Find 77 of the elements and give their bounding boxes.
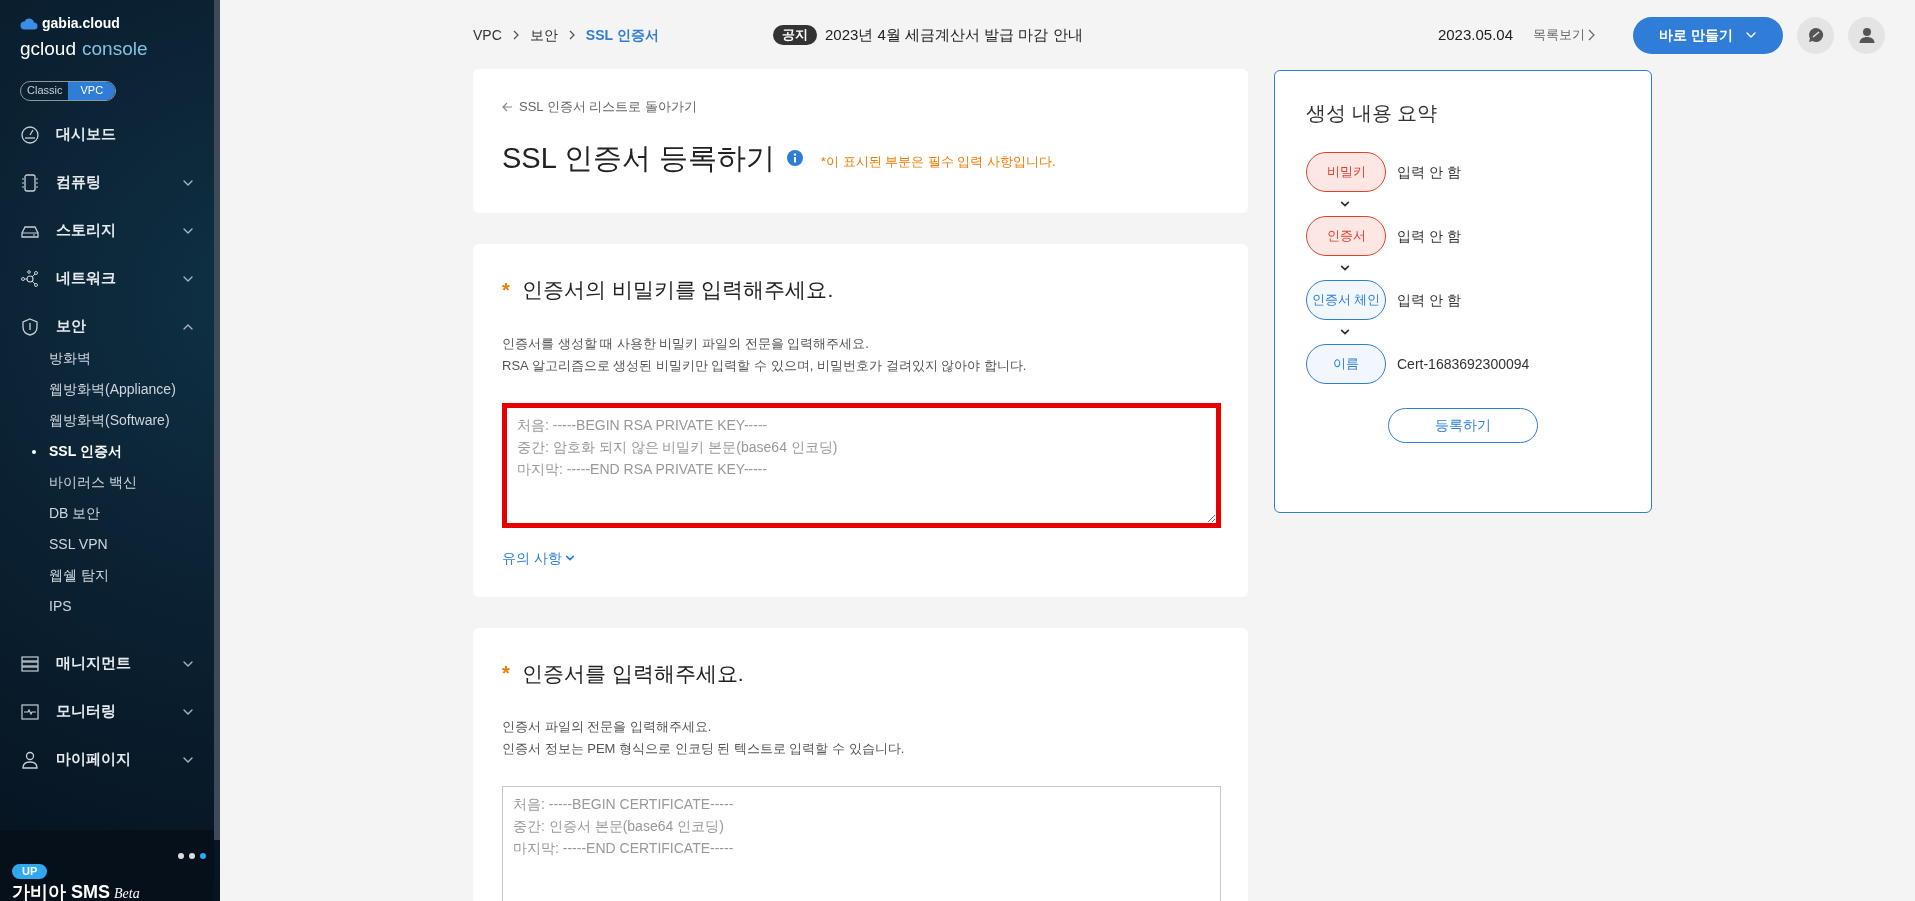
user-icon xyxy=(1857,26,1876,44)
chat-button[interactable] xyxy=(1797,16,1834,54)
breadcrumb-link[interactable]: 보안 xyxy=(529,24,558,46)
step-value: 입력 안 함 xyxy=(1397,290,1461,310)
console-subtitle: console xyxy=(82,37,148,61)
description-text: 인증서 정보는 PEM 형식으로 인코딩 된 텍스트로 입력할 수 있습니다. xyxy=(502,740,906,758)
sidebar-subitem[interactable]: 웹쉘 탐지 xyxy=(0,559,214,591)
console-title: gcloud xyxy=(20,37,76,61)
banner-suffix: Beta xyxy=(114,885,140,901)
breadcrumb-link[interactable]: SSL 인증서 xyxy=(585,24,659,46)
shield-icon xyxy=(20,316,40,337)
step-pill: 인증서 xyxy=(1306,216,1386,256)
section-title: 인증서를 입력해주세요. xyxy=(521,660,744,687)
back-link[interactable]: SSL 인증서 리스트로 돌아가기 xyxy=(502,97,697,117)
chevron-down-icon xyxy=(1340,327,1350,337)
speech-bubble-icon xyxy=(1806,26,1825,44)
required-mark: * xyxy=(502,277,510,303)
mode-toggle-tab[interactable]: Classic xyxy=(21,81,69,100)
text-area[interactable]: 처음: -----BEGIN CERTIFICATE----- 중간: 인증서 본문(base64 인코딩) 마지막: -----END CERTIFICATE----- xyxy=(502,786,1221,901)
chevron-down-icon xyxy=(1340,199,1350,209)
left-arrow-icon xyxy=(502,101,513,112)
step-pill: 이름 xyxy=(1306,344,1386,384)
section-title: 인증서의 비밀키를 입력해주세요. xyxy=(521,277,834,303)
gauge-icon xyxy=(20,124,40,145)
more-link[interactable]: 목록보기 xyxy=(1533,25,1595,45)
step-pill: 비밀키 xyxy=(1306,152,1386,192)
user-icon xyxy=(20,749,40,770)
sidebar-item[interactable]: 매니지먼트 xyxy=(0,639,214,688)
notes-link[interactable]: 유의 사항 xyxy=(502,547,575,569)
account-button[interactable] xyxy=(1848,16,1885,54)
chevron-right-icon xyxy=(567,30,576,40)
description-text: 인증서를 생성할 때 사용한 비밀키 파일의 전문을 입력해주세요. xyxy=(502,334,870,353)
summary-title: 생성 내용 요약 xyxy=(1306,101,1439,126)
up-badge: UP xyxy=(12,864,48,879)
sidebar-subitem[interactable]: DB 보안 xyxy=(0,497,214,529)
sidebar-item[interactable]: 네트워크 xyxy=(0,254,214,303)
create-button[interactable]: 바로 만들기 xyxy=(1633,16,1783,54)
sidebar-item[interactable]: 모니터링 xyxy=(0,687,214,736)
bullet-icon xyxy=(32,449,36,454)
required-mark: * xyxy=(502,661,510,687)
sidebar-item[interactable]: 마이페이지 xyxy=(0,735,214,784)
cloud-icon xyxy=(20,17,38,30)
sidebar-item[interactable]: 대시보드 xyxy=(0,110,214,159)
step-value: 입력 안 함 xyxy=(1397,226,1461,246)
notice-badge: 공지 xyxy=(773,25,817,45)
info-icon xyxy=(786,150,803,167)
text-area[interactable]: 처음: -----BEGIN RSA PRIVATE KEY----- 중간: 암호화 되지 않은 비밀키 본문(base64 인코딩) 마지막: -----END RSA PRIVATE KEY----- xyxy=(502,402,1221,528)
mode-toggle-tab[interactable]: VPC xyxy=(68,81,116,100)
sidebar-subitem[interactable]: 웹방화벽(Software) xyxy=(0,404,214,436)
sidebar-subitem[interactable]: 바이러스 백신 xyxy=(0,466,214,498)
sidebar-item[interactable]: 컴퓨팅 xyxy=(0,158,214,207)
notice-link[interactable]: 2023년 4월 세금계산서 발급 마감 안내 xyxy=(825,23,1083,47)
chevron-down-icon xyxy=(1340,263,1350,273)
step-value: Cert-1683692300094 xyxy=(1397,354,1530,374)
chevron-down-icon xyxy=(564,553,575,563)
banner-title: 가비아 SMS xyxy=(12,882,110,901)
network-icon xyxy=(20,268,40,289)
sidebar-subitem[interactable]: IPS xyxy=(0,590,214,622)
step-pill: 인증서 체인 xyxy=(1306,280,1386,320)
chevron-right-icon xyxy=(511,30,520,40)
breadcrumb-link[interactable]: VPC xyxy=(473,24,502,46)
chip-icon xyxy=(20,172,40,193)
page-title: SSL 인증서 등록하기 xyxy=(502,140,775,176)
description-text: 인증서 파일의 전문을 입력해주세요. xyxy=(502,718,713,736)
sidebar-subitem[interactable]: SSL VPN xyxy=(0,528,214,560)
brand-name: gabia.cloud xyxy=(42,14,120,33)
monitor-icon xyxy=(20,701,40,722)
sidebar-subitem[interactable]: SSL 인증서 xyxy=(0,435,214,467)
description-text: RSA 알고리즘으로 생성된 비밀키만 입력할 수 있으며, 비밀번호가 걸려있지 않아야 합니다. xyxy=(502,356,1028,375)
sidebar-item[interactable]: 스토리지 xyxy=(0,206,214,255)
sidebar-subitem[interactable]: 웹방화벽(Appliance) xyxy=(0,373,214,405)
rack-icon xyxy=(20,653,40,674)
sidebar-scrollbar[interactable] xyxy=(214,0,220,840)
notice-date: 2023.05.04 xyxy=(1437,24,1513,45)
chevron-right-icon xyxy=(1588,29,1595,41)
step-value: 입력 안 함 xyxy=(1397,162,1461,182)
required-note: *이 표시된 부분은 필수 입력 사항입니다. xyxy=(820,152,1056,171)
